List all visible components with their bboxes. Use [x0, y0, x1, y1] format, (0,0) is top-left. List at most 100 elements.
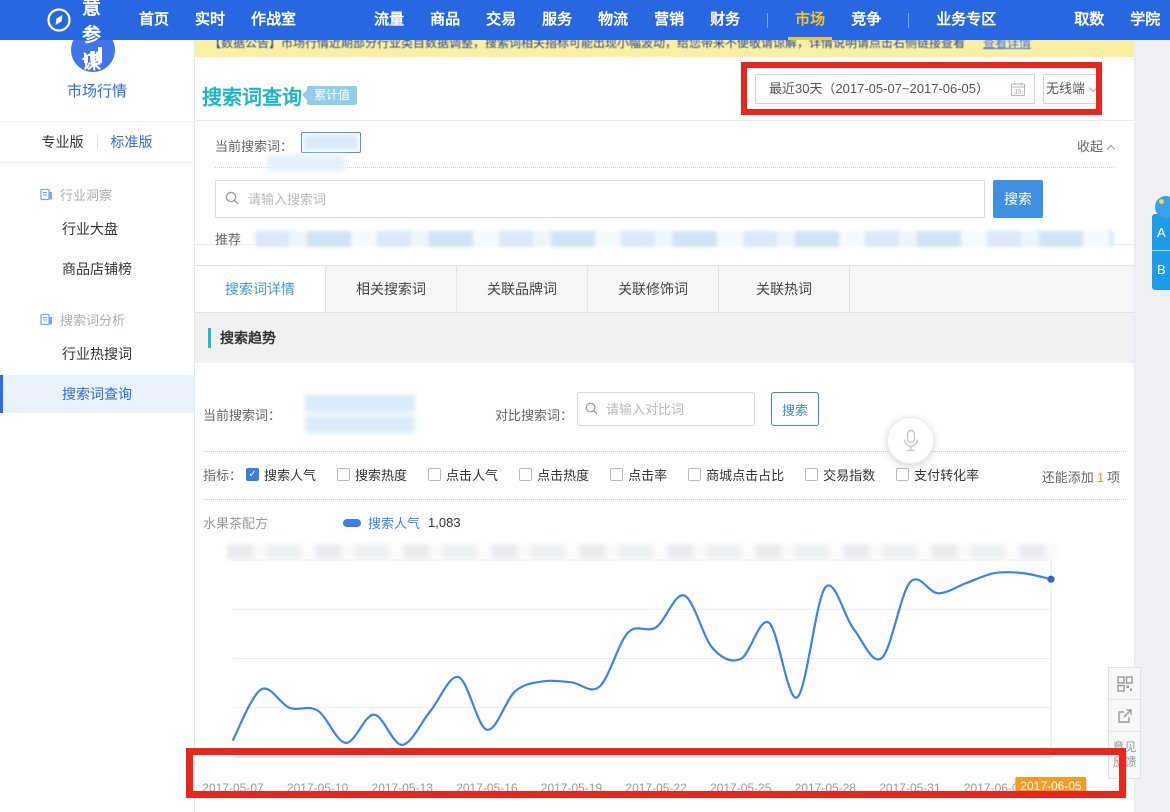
chevron-down-icon [1089, 84, 1097, 92]
nav-item[interactable]: 作战室 [251, 0, 296, 40]
notice-link[interactable]: 查看详情 [983, 40, 1031, 51]
nav-item[interactable]: 实时 [195, 0, 225, 40]
metric-checkbox[interactable]: 点击热度 [519, 465, 589, 484]
metric-checkbox[interactable]: 交易指数 [805, 465, 875, 484]
collapse-toggle[interactable]: 收起 [1077, 136, 1114, 155]
svg-text:15: 15 [1015, 90, 1022, 96]
nav-item[interactable]: 竞争 [851, 0, 881, 40]
sidebar-item[interactable]: 行业热搜词 [0, 335, 194, 373]
current-point-dot [1047, 576, 1054, 583]
sidebar-item[interactable]: 搜索词查询 [0, 375, 194, 413]
version-tab[interactable]: 标准版 [111, 132, 153, 152]
metric-label: 搜索人气 [264, 465, 316, 484]
nav-divider [767, 13, 768, 28]
search-icon [584, 401, 599, 416]
qr-code-button[interactable] [1108, 667, 1141, 700]
app-logo-icon[interactable] [46, 7, 72, 33]
feedback-button[interactable]: 意见 反馈 [1108, 731, 1141, 779]
version-switch: 专业版 标准版 [0, 121, 194, 163]
nav-item[interactable]: 首页 [139, 0, 169, 40]
chevron-up-icon [1107, 144, 1115, 152]
search-icon [224, 190, 240, 206]
nav-item[interactable]: 财务 [710, 0, 740, 40]
trend-current-word-label: 当前搜索词： [203, 405, 281, 424]
checkbox-icon [896, 468, 909, 481]
terminal-dropdown[interactable]: 无线端 [1043, 74, 1099, 104]
cs-tab[interactable]: B [1152, 251, 1170, 288]
share-button[interactable] [1108, 699, 1141, 732]
nav-item[interactable]: 流量 [374, 0, 404, 40]
feedback-label: 反馈 [1112, 755, 1136, 770]
sidebar-item[interactable]: 行业大盘 [0, 210, 194, 248]
x-tick-label: 2017-05-31 [879, 781, 940, 795]
checkbox-checked-icon: ✓ [246, 468, 259, 481]
chart-legend: 水果茶配方 搜索人气 1,083 [203, 513, 1126, 532]
metric-checkbox[interactable]: 点击率 [610, 465, 667, 484]
search-button[interactable]: 搜索 [993, 180, 1043, 218]
sidebar-menu: 行业洞察行业大盘商品店铺榜搜索词分析行业热搜词搜索词查询 [0, 185, 194, 413]
nav-item[interactable]: 营销 [654, 0, 684, 40]
nav-item[interactable]: 交易 [486, 0, 516, 40]
section-strip: 搜索趋势 [195, 313, 1134, 363]
nav-item[interactable]: 业务专区 [936, 0, 996, 40]
metric-label: 交易指数 [823, 465, 875, 484]
microphone-icon [901, 429, 921, 453]
trend-chart: 2017-05-072017-05-102017-05-132017-05-16… [217, 552, 1097, 802]
floating-toolbar: 意见 反馈 [1108, 668, 1141, 779]
tab[interactable]: 关联修饰词 [588, 266, 719, 312]
sidebar-item[interactable]: 商品店铺榜 [0, 250, 194, 288]
version-tab[interactable]: 专业版 [42, 132, 84, 152]
document-icon [40, 188, 53, 201]
page-header: 搜索词查询 累计值 最近30天（2017-05-07~2017-06-05） 1… [195, 57, 1134, 120]
x-axis: 2017-05-072017-05-102017-05-132017-05-16… [217, 772, 1097, 802]
metric-checkbox[interactable]: 支付转化率 [896, 465, 979, 484]
metric-checkboxes: ✓ 搜索人气 搜索热度 点击人气 点击热度 点击率 商城点击占比 交易指数 支付转化率 [246, 465, 1000, 484]
search-input[interactable] [215, 180, 985, 218]
calendar-button[interactable]: 15 [1002, 74, 1035, 104]
metric-label: 点击人气 [446, 465, 498, 484]
customer-service-widget[interactable]: A B [1152, 196, 1170, 290]
qr-code-icon [1117, 676, 1133, 692]
sidebar-group-label: 搜索词分析 [60, 310, 125, 329]
x-tick-label: 2017-05-10 [287, 781, 348, 795]
metric-label: 搜索热度 [355, 465, 407, 484]
metric-checkbox[interactable]: 商城点击占比 [688, 465, 784, 484]
sidebar-group-header: 搜索词分析 [40, 310, 194, 329]
trend-current-word-redacted [305, 395, 415, 433]
checkbox-icon [519, 468, 532, 481]
nav-items: 首页实时作战室 流量商品交易服务物流营销财务 市场竞争 业务专区 取数学院 [126, 0, 1170, 40]
compare-search-button[interactable]: 搜索 [771, 392, 819, 426]
sidebar-group-label: 行业洞察 [60, 185, 112, 204]
nav-spacer [309, 20, 361, 21]
nav-item[interactable]: 服务 [542, 0, 572, 40]
metric-checkbox[interactable]: 点击人气 [428, 465, 498, 484]
current-word-label: 当前搜索词： [215, 136, 293, 155]
sidebar: 市场行情 专业版标准版 行业洞察行业大盘商品店铺榜搜索词分析行业热搜词搜索词查询 [0, 40, 195, 812]
cs-tab[interactable]: A [1152, 214, 1170, 251]
metric-label: 商城点击占比 [706, 465, 784, 484]
top-nav: 生意参谋 首页实时作战室流量商品交易服务物流营销财务市场竞争业务专区取数学院 ✉… [0, 0, 1170, 40]
tab[interactable]: 搜索词详情 [195, 266, 326, 312]
brand-name[interactable]: 生意参谋 [82, 0, 102, 74]
line-chart [217, 552, 1097, 772]
nav-item[interactable]: 物流 [598, 0, 628, 40]
legend-name: 搜索人气 [368, 513, 420, 532]
metric-checkbox[interactable]: ✓ 搜索人气 [246, 465, 316, 484]
tab-bar: 搜索词详情相关搜索词关联品牌词关联修饰词关联热词 [195, 265, 1134, 313]
date-range-button[interactable]: 最近30天（2017-05-07~2017-06-05） [755, 74, 1003, 104]
recommended-words-redacted[interactable] [255, 231, 1114, 247]
tab[interactable]: 相关搜索词 [326, 266, 457, 312]
x-tick-label: 2017-05-22 [625, 781, 686, 795]
nav-item[interactable]: 市场 [795, 0, 825, 40]
voice-assistant-button[interactable] [887, 417, 934, 464]
metric-checkbox[interactable]: 搜索热度 [337, 465, 407, 484]
tab[interactable]: 关联品牌词 [457, 266, 588, 312]
nav-item[interactable]: 学院 [1130, 0, 1160, 40]
nav-item[interactable]: 商品 [430, 0, 460, 40]
nav-item[interactable]: 取数 [1074, 0, 1104, 40]
tab[interactable]: 关联热词 [719, 266, 850, 312]
compare-word-input[interactable] [577, 392, 755, 426]
redacted-word-shadow [267, 155, 345, 171]
legend-marker [343, 519, 361, 527]
customer-service-tabs: A B [1152, 214, 1170, 290]
